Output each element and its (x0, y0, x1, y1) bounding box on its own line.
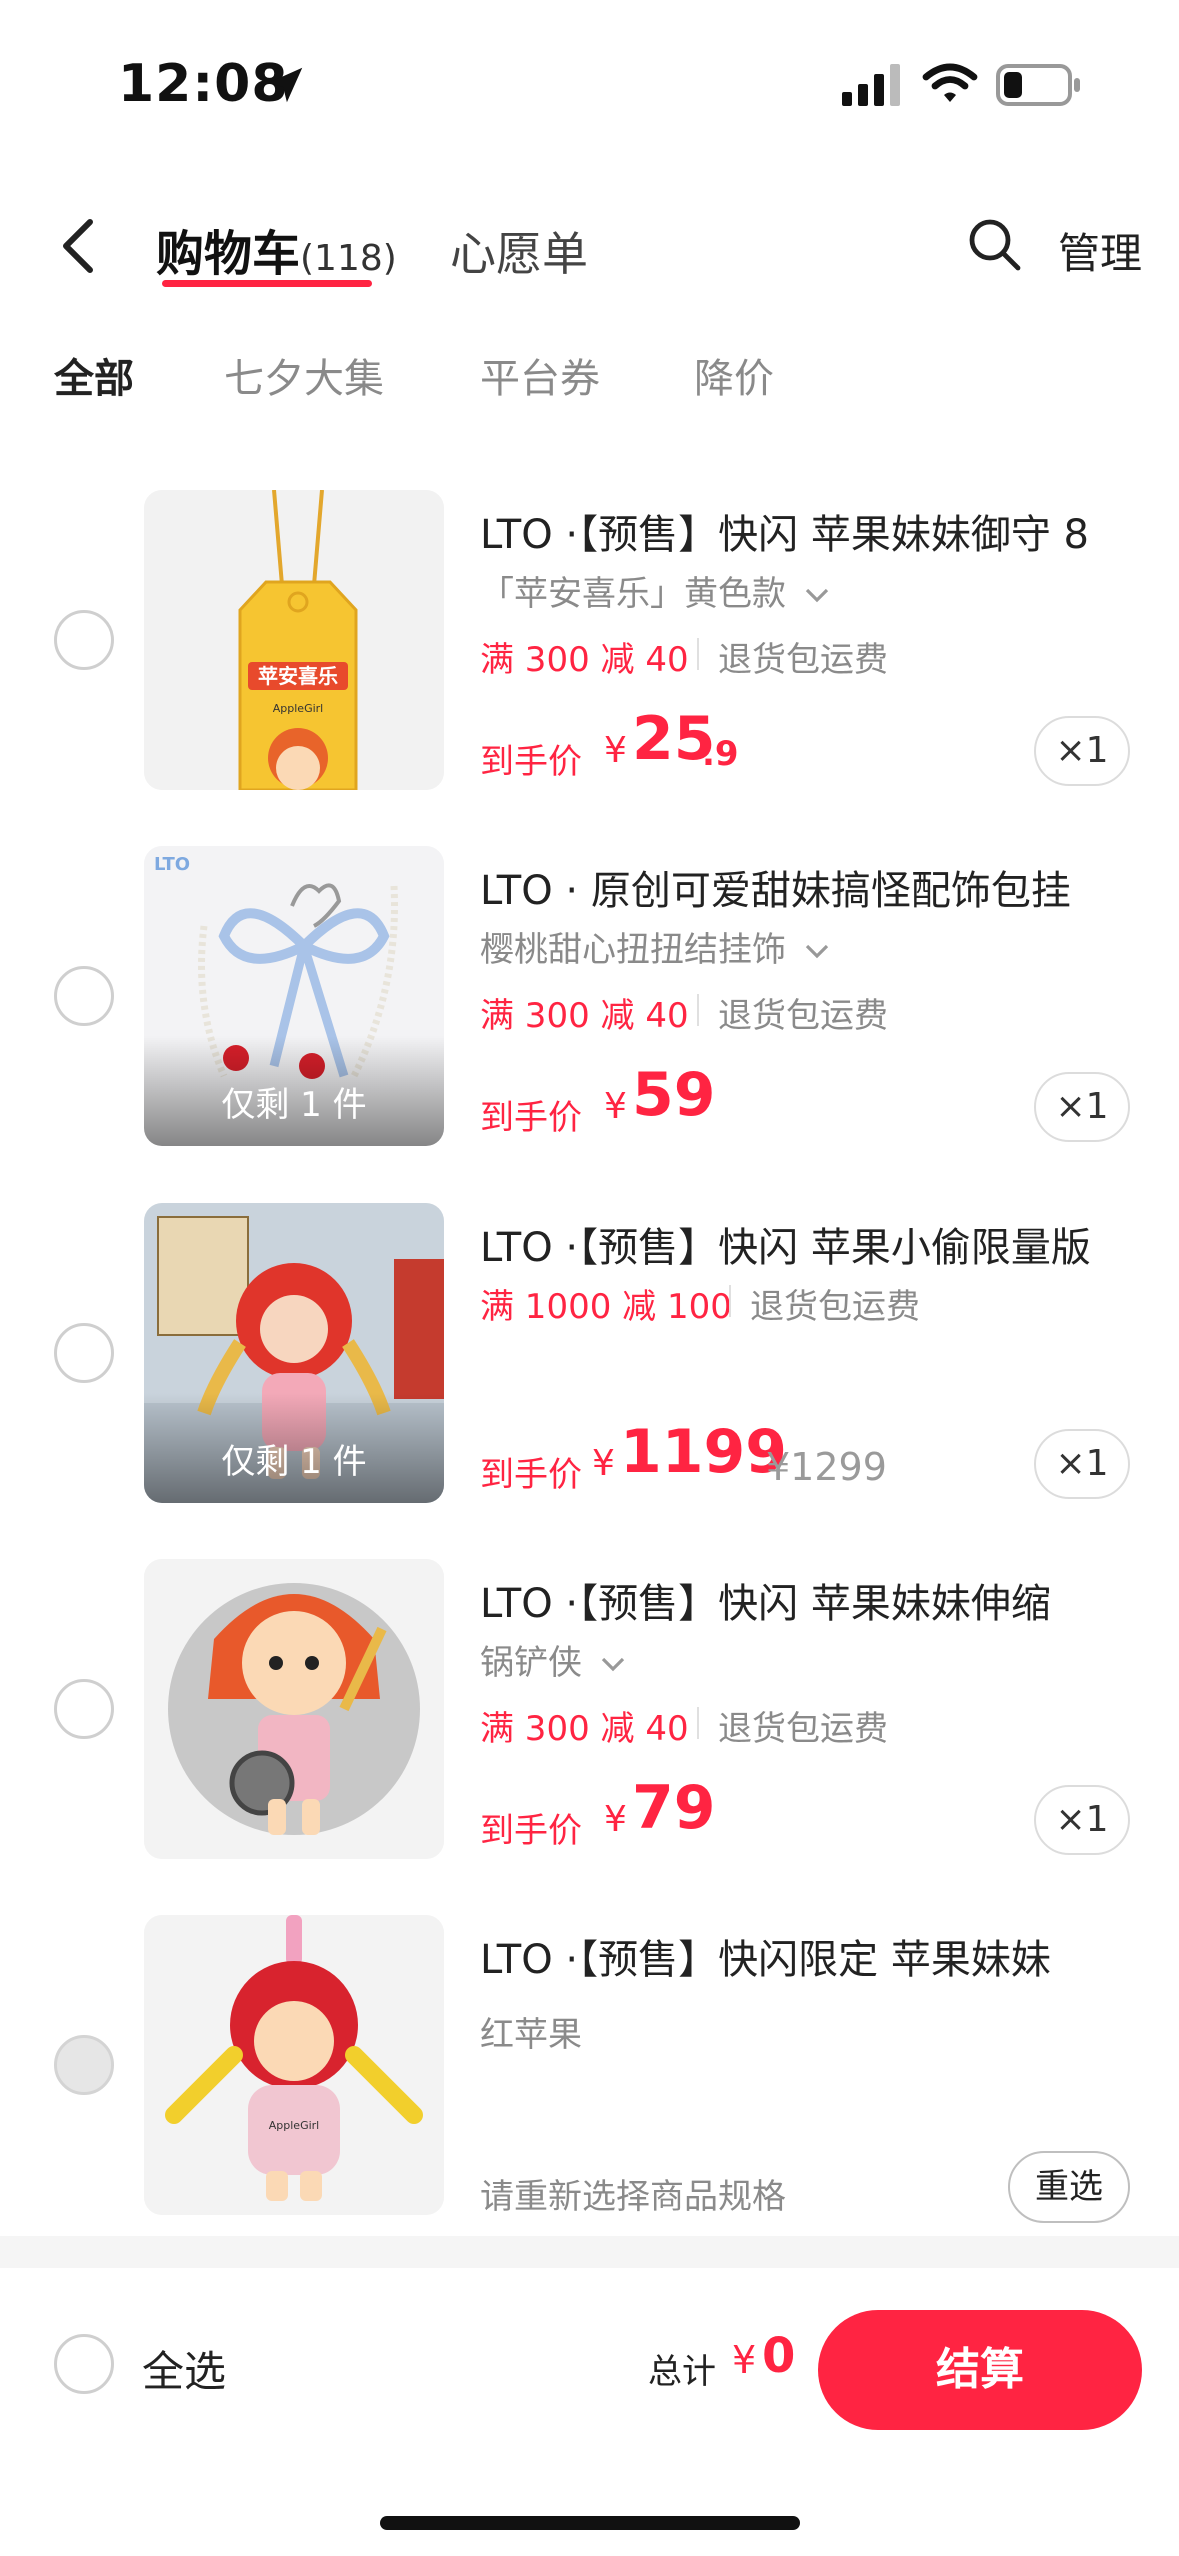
stock-badge: 仅剩 1 件 (221, 1442, 367, 1482)
price-value: 1199 (620, 1417, 787, 1487)
cart-item[interactable]: LTO 仅剩 1 件 LTO · 原创可爱甜妹搞怪配饰包挂 樱桃甜心扭扭结挂饰 … (0, 846, 1179, 1146)
total-label: 总计 (648, 2352, 716, 2392)
status-bar: 12:08 (0, 0, 1179, 170)
item-spec[interactable]: 樱桃甜心扭扭结挂饰 (480, 922, 831, 971)
item-spec: 红苹果 (480, 2015, 582, 2055)
checkout-button[interactable]: 结算 (818, 2310, 1142, 2430)
item-spec[interactable]: 「苹安喜乐」黄色款 (480, 566, 831, 615)
tab-active-indicator (162, 280, 372, 287)
filter-platform-coupon[interactable]: 平台券 (480, 346, 600, 404)
cart-header: 购物车(118) 心愿单 管理 (0, 190, 1179, 300)
product-image[interactable]: 仅剩 1 件 (144, 1203, 444, 1503)
spatula-girl-image (144, 1559, 444, 1859)
item-select-radio[interactable] (54, 1323, 114, 1383)
lto-tag-text: LTO (154, 854, 190, 875)
item-select-radio-disabled (54, 2035, 114, 2095)
promo-tag: 满 300 减 40 (480, 996, 689, 1036)
cart-item[interactable]: 苹安喜乐 AppleGirl LTO ·【预售】快闪 苹果妹妹御守 8 「苹安喜… (0, 490, 1179, 790)
filter-tabs: 全部 七夕大集 平台券 降价 (0, 340, 1179, 410)
item-select-radio[interactable] (54, 966, 114, 1026)
filter-price-drop[interactable]: 降价 (694, 346, 774, 404)
omamori-text: 苹安喜乐 (258, 664, 338, 688)
cart-item[interactable]: LTO ·【预售】快闪 苹果妹妹伸缩 锅铲侠 满 300 减 40 退货包运费 … (0, 1559, 1179, 1859)
item-title[interactable]: LTO ·【预售】快闪 苹果妹妹御守 8 (480, 502, 1128, 560)
select-all-radio[interactable] (54, 2334, 114, 2394)
price-label: 到手价 (480, 1455, 582, 1495)
quantity-button[interactable]: ×1 (1034, 716, 1130, 786)
cart-item[interactable]: 仅剩 1 件 LTO ·【预售】快闪 苹果小偷限量版 满 1000 减 100 … (0, 1203, 1179, 1503)
price-decimal: .9 (702, 734, 739, 774)
promo-divider (697, 1707, 699, 1739)
promo-tag: 满 300 减 40 (480, 640, 689, 680)
price-label: 到手价 (480, 1098, 582, 1138)
total-currency: ¥ (732, 2338, 757, 2382)
cart-item[interactable]: AppleGirl LTO ·【预售】快闪限定 苹果妹妹 红苹果 请重新选择商品… (0, 1915, 1179, 2223)
original-price: ¥1299 (766, 1445, 887, 1489)
price-label: 到手价 (480, 742, 582, 782)
product-image[interactable]: LTO 仅剩 1 件 (144, 846, 444, 1146)
cellular-signal-icon (842, 64, 900, 106)
tab-cart[interactable]: 购物车(118) (156, 214, 397, 284)
filter-all[interactable]: 全部 (54, 346, 134, 404)
price-currency: ¥ (604, 1086, 627, 1127)
item-title[interactable]: LTO ·【预售】快闪限定 苹果妹妹 (480, 1927, 1128, 1985)
chevron-down-icon (805, 944, 828, 958)
item-spec-label: 锅铲侠 (480, 1643, 582, 1683)
product-image[interactable]: 苹安喜乐 AppleGirl (144, 490, 444, 790)
wifi-icon (922, 63, 978, 102)
item-title[interactable]: LTO ·【预售】快闪 苹果妹妹伸缩 (480, 1571, 1128, 1629)
free-return-tag: 退货包运费 (750, 1287, 920, 1327)
product-image[interactable] (144, 1559, 444, 1859)
free-return-tag: 退货包运费 (718, 996, 888, 1036)
reselect-hint: 请重新选择商品规格 (480, 2177, 786, 2217)
item-title[interactable]: LTO · 原创可爱甜妹搞怪配饰包挂 (480, 858, 1128, 916)
price-currency: ¥ (592, 1443, 615, 1484)
brand-mark-text: AppleGirl (269, 2119, 319, 2132)
plush-apple-girl-image: AppleGirl (144, 1915, 444, 2215)
manage-button[interactable]: 管理 (1058, 220, 1142, 281)
brand-mark-text: AppleGirl (273, 702, 323, 715)
total-value: 0 (762, 2328, 796, 2384)
search-icon[interactable] (966, 216, 1022, 272)
promo-divider (729, 1285, 731, 1317)
cart-count: (118) (300, 238, 397, 279)
quantity-button[interactable]: ×1 (1034, 1785, 1130, 1855)
location-arrow-icon (267, 67, 303, 103)
quantity-button[interactable]: ×1 (1034, 1072, 1130, 1142)
tab-cart-label: 购物车 (156, 226, 301, 282)
item-spec-label: 樱桃甜心扭扭结挂饰 (480, 930, 786, 970)
price-value: 59 (632, 1060, 716, 1130)
back-chevron-icon[interactable] (56, 216, 100, 276)
price-currency: ¥ (604, 1799, 627, 1840)
promo-tag: 满 1000 减 100 (480, 1287, 732, 1327)
omamori-image: 苹安喜乐 AppleGirl (144, 490, 444, 790)
promo-divider (697, 994, 699, 1026)
quantity-button[interactable]: ×1 (1034, 1429, 1130, 1499)
select-all-label[interactable]: 全选 (142, 2338, 226, 2399)
promo-divider (697, 638, 699, 670)
price-currency: ¥ (604, 730, 627, 771)
free-return-tag: 退货包运费 (718, 1709, 888, 1749)
item-spec-label: 「苹安喜乐」黄色款 (480, 574, 786, 614)
item-select-radio[interactable] (54, 610, 114, 670)
item-title[interactable]: LTO ·【预售】快闪 苹果小偷限量版 (480, 1215, 1128, 1273)
chevron-down-icon (601, 1657, 624, 1671)
item-select-radio[interactable] (54, 1679, 114, 1739)
item-spec[interactable]: 锅铲侠 (480, 1635, 627, 1684)
filter-qixi[interactable]: 七夕大集 (224, 346, 384, 404)
price-label: 到手价 (480, 1811, 582, 1851)
checkout-bar: 全选 总计 ¥ 0 结算 (0, 2268, 1179, 2556)
battery-icon (996, 64, 1080, 106)
reselect-button[interactable]: 重选 (1008, 2151, 1130, 2223)
chevron-down-icon (805, 588, 828, 602)
promo-tag: 满 300 减 40 (480, 1709, 689, 1749)
product-image[interactable]: AppleGirl (144, 1915, 444, 2215)
bottom-divider (0, 2236, 1179, 2268)
home-indicator[interactable] (380, 2516, 800, 2530)
stock-badge: 仅剩 1 件 (221, 1085, 367, 1125)
price-value: 79 (632, 1773, 716, 1843)
free-return-tag: 退货包运费 (718, 640, 888, 680)
tab-wishlist[interactable]: 心愿单 (450, 218, 588, 284)
